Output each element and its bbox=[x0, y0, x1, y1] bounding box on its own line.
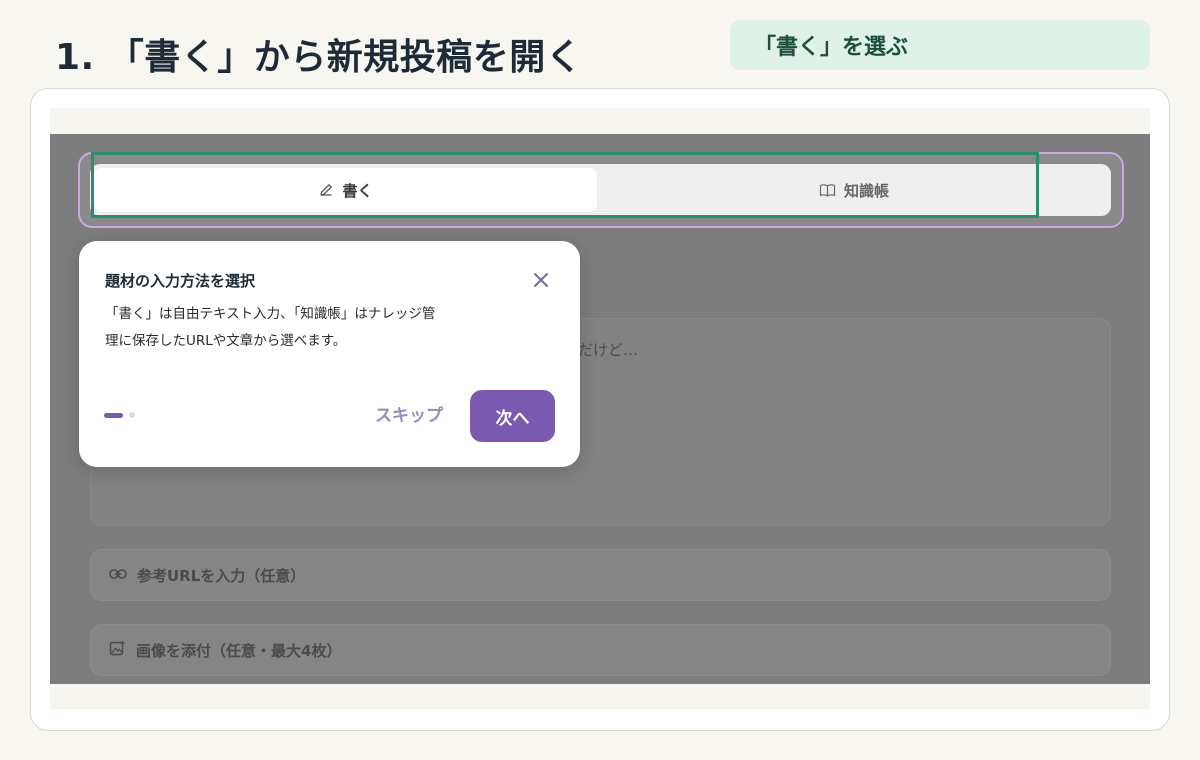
mode-tabs: 書く 知識帳 bbox=[90, 164, 1111, 216]
link-icon bbox=[109, 566, 127, 584]
tab-write-label: 書く bbox=[342, 181, 373, 200]
popover-body-line-1: 「書く」は自由テキスト入力、「知識帳」はナレッジ管 bbox=[105, 306, 436, 322]
pencil-icon bbox=[318, 182, 334, 198]
skip-button[interactable]: スキップ bbox=[375, 401, 443, 426]
next-button[interactable]: 次へ bbox=[470, 390, 555, 442]
popover-title: 題材の入力方法を選択 bbox=[105, 272, 256, 290]
frame-bottom-strip bbox=[50, 684, 1150, 709]
reference-url-placeholder: 参考URLを入力（任意） bbox=[137, 566, 306, 585]
frame-top-strip bbox=[50, 108, 1150, 134]
attach-image-label: 画像を添付（任意・最大4枚） bbox=[136, 641, 342, 660]
tab-knowledge[interactable]: 知識帳 bbox=[601, 168, 1107, 212]
image-add-icon bbox=[109, 640, 126, 661]
step-dot bbox=[129, 412, 135, 418]
step-indicator bbox=[104, 412, 135, 418]
step-badge: 「書く」を選ぶ bbox=[730, 20, 1150, 70]
step-dot-active bbox=[104, 412, 123, 418]
step-title: 1. 「書く」から新規投稿を開く bbox=[55, 37, 583, 78]
tab-knowledge-label: 知識帳 bbox=[843, 181, 889, 200]
textarea-placeholder: だけど… bbox=[578, 341, 639, 359]
popover-body-line-2: 理に保存したURLや文章から選べます。 bbox=[105, 333, 347, 349]
popover-body: 「書く」は自由テキスト入力、「知識帳」はナレッジ管 理に保存したURLや文章から… bbox=[105, 301, 485, 355]
attach-image-button[interactable]: 画像を添付（任意・最大4枚） bbox=[90, 624, 1111, 676]
tab-write[interactable]: 書く bbox=[94, 168, 597, 212]
close-icon[interactable] bbox=[530, 269, 552, 291]
reference-url-input[interactable]: 参考URLを入力（任意） bbox=[90, 549, 1111, 601]
onboarding-popover: 題材の入力方法を選択 「書く」は自由テキスト入力、「知識帳」はナレッジ管 理に保… bbox=[79, 241, 580, 467]
book-icon bbox=[819, 183, 836, 198]
